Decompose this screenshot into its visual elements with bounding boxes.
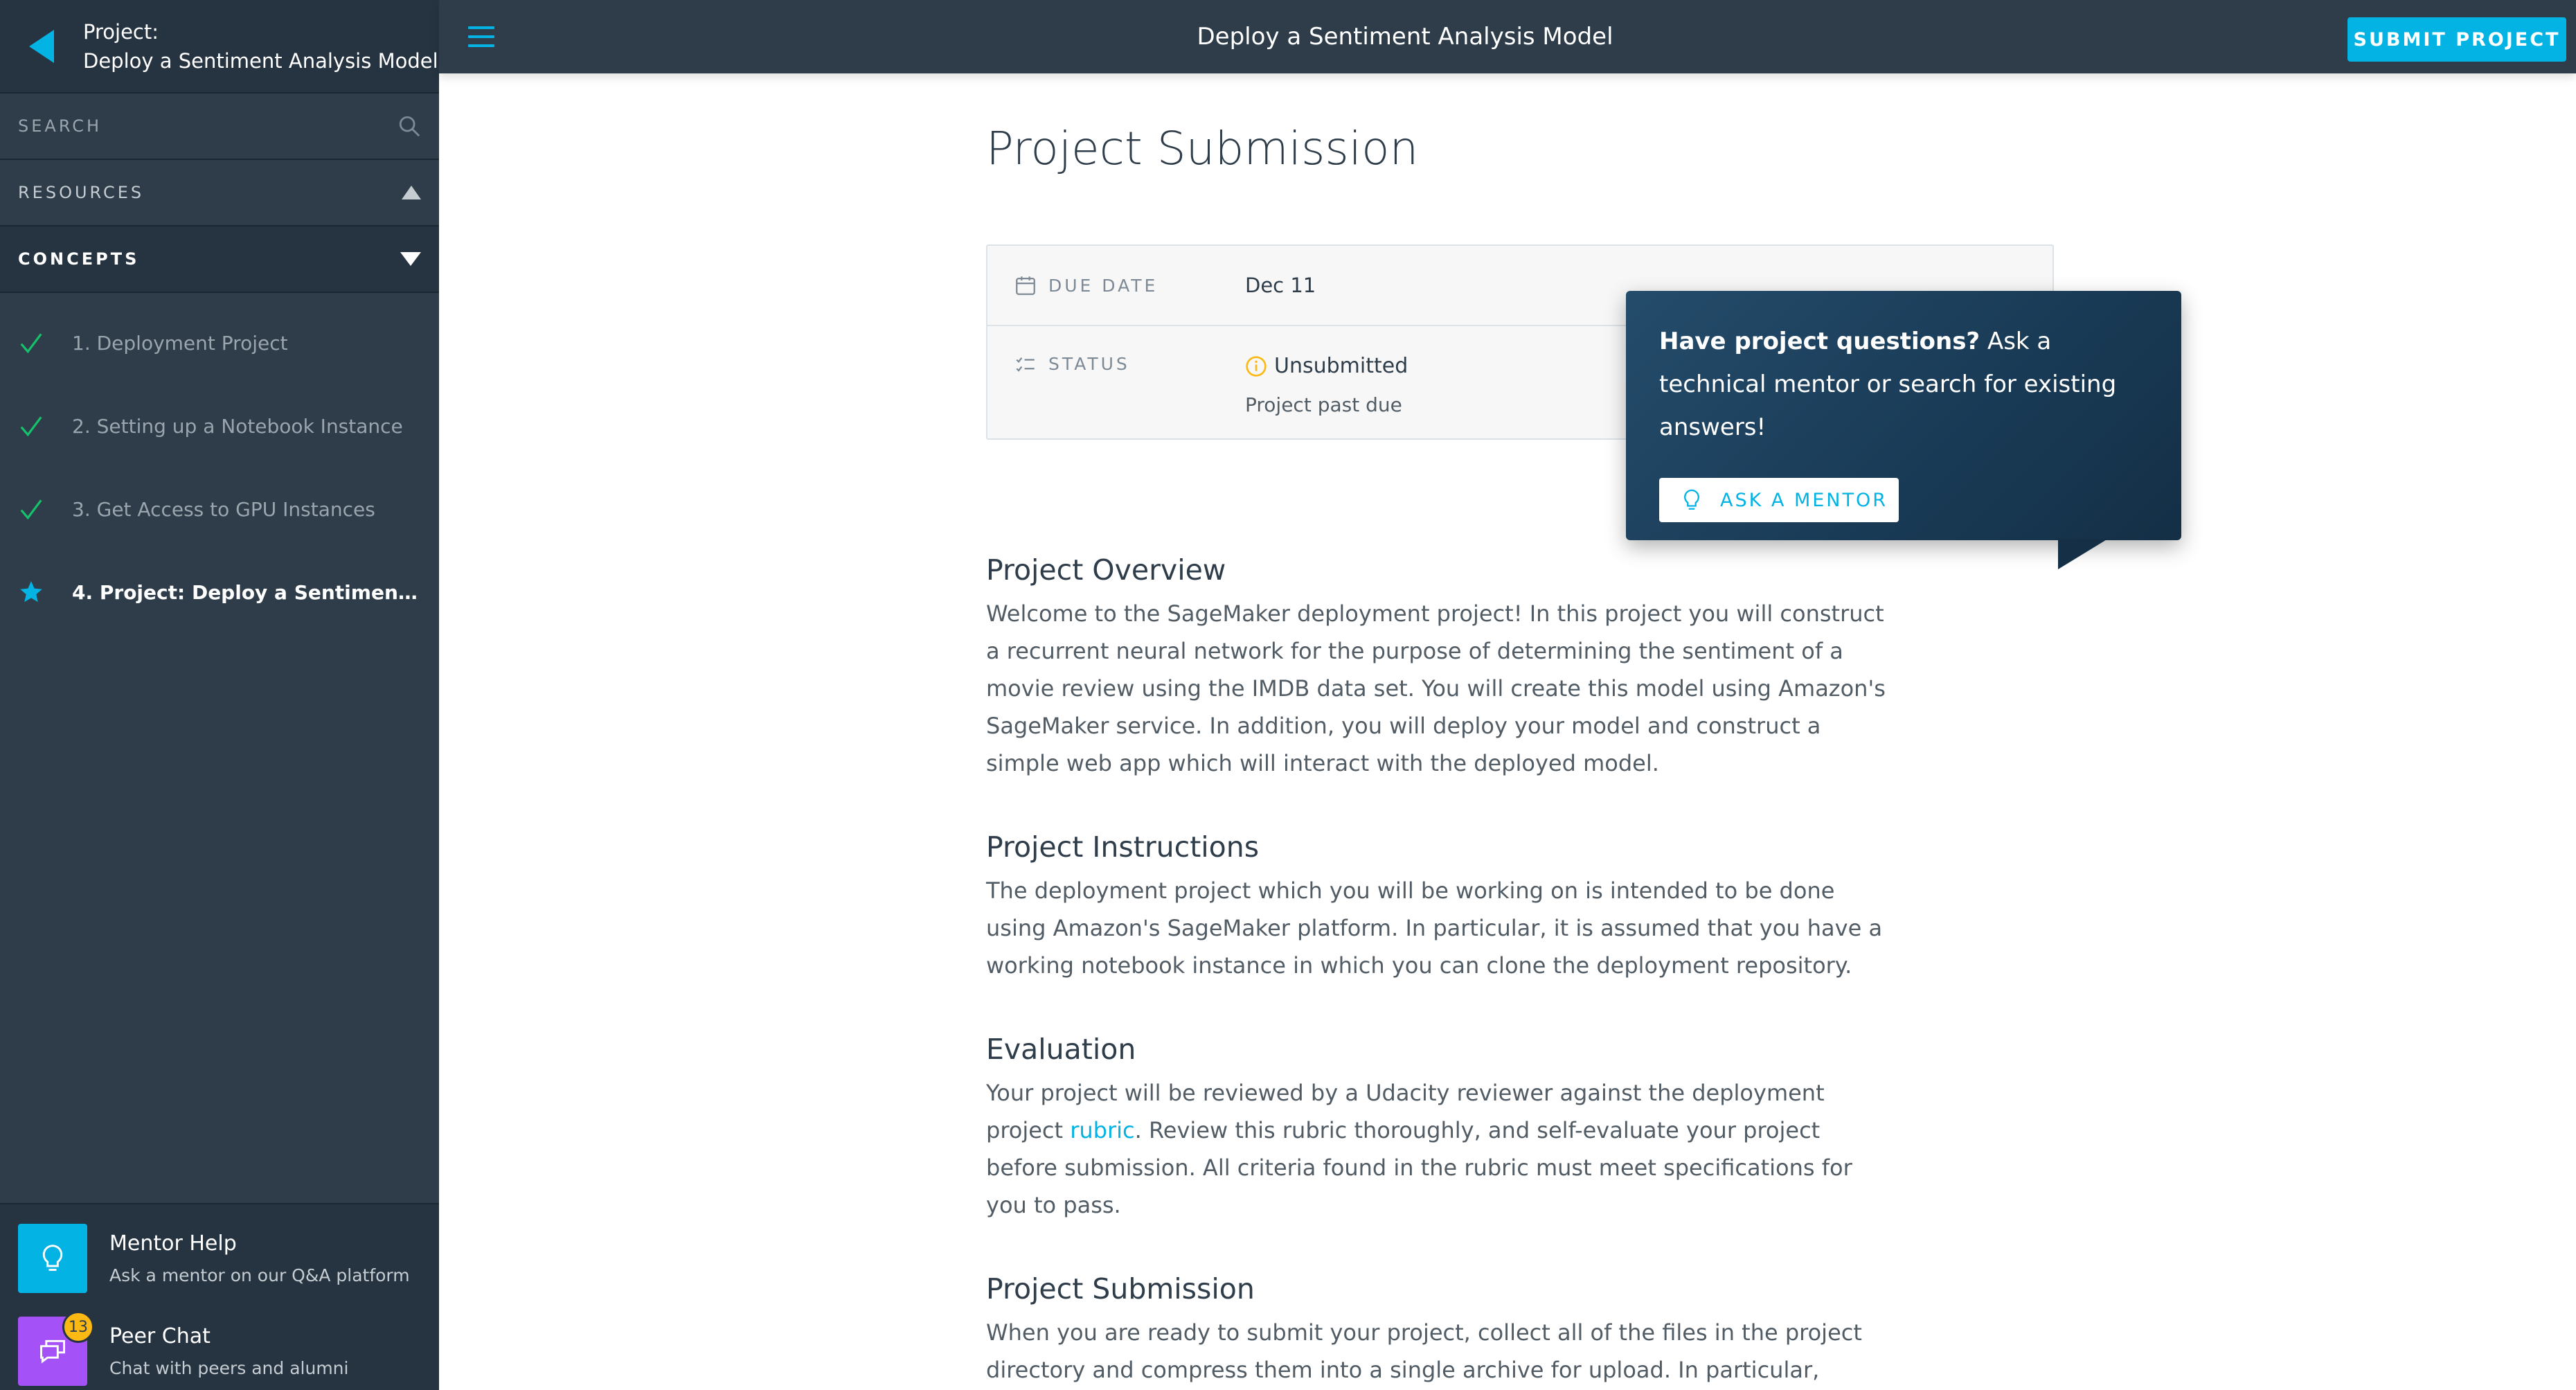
- peer-chat-link[interactable]: 13 Peer Chat Chat with peers and alumni: [0, 1310, 439, 1390]
- status-value: Unsubmitted: [1274, 354, 1408, 378]
- mentor-help-title: Mentor Help: [109, 1231, 237, 1256]
- instructions-text: The deployment project which you will be…: [986, 877, 1883, 979]
- popover-text: Have project questions? Ask a technical …: [1659, 320, 2148, 449]
- concept-item-1[interactable]: 1. Deployment Project: [0, 301, 439, 384]
- sidebar: Project: Deploy a Sentiment Analysis Mod…: [0, 0, 439, 1390]
- top-bar: Deploy a Sentiment Analysis Model SUBMIT…: [439, 0, 2576, 73]
- submission-text: When you are ready to submit your projec…: [986, 1319, 1862, 1383]
- lightbulb-icon: [1684, 489, 1699, 510]
- evaluation-section: Evaluation Your project will be reviewed…: [986, 1033, 2052, 1224]
- instructions-section: Project Instructions The deployment proj…: [986, 830, 2052, 984]
- sidebar-header: Project: Deploy a Sentiment Analysis Mod…: [0, 0, 439, 93]
- mentor-help-tile: [18, 1224, 87, 1293]
- resources-label: RESOURCES: [18, 183, 145, 202]
- peer-chat-subtitle: Chat with peers and alumni: [109, 1358, 349, 1378]
- concept-item-3[interactable]: 3. Get Access to GPU Instances: [0, 467, 439, 551]
- overview-section: Project Overview Welcome to the SageMake…: [986, 553, 2052, 782]
- page-title: Project Submission: [986, 122, 1419, 175]
- mentor-popover: Have project questions? Ask a technical …: [1626, 291, 2181, 540]
- mentor-help-subtitle: Ask a mentor on our Q&A platform: [109, 1265, 410, 1285]
- project-heading: Project: Deploy a Sentiment Analysis Mod…: [83, 17, 438, 75]
- main-content: Project Submission DUE DATE Dec 11 STATU…: [986, 73, 2054, 1390]
- unread-badge: 13: [62, 1311, 94, 1343]
- concept-list: 1. Deployment Project 2. Setting up a No…: [0, 293, 439, 634]
- concept-label: 3. Get Access to GPU Instances: [72, 497, 375, 521]
- search-label: SEARCH: [18, 116, 102, 136]
- concept-label: 2. Setting up a Notebook Instance: [72, 414, 403, 438]
- peer-chat-title: Peer Chat: [109, 1324, 211, 1348]
- concept-item-4[interactable]: 4. Project: Deploy a Sentiment Anal...: [0, 551, 439, 634]
- instructions-heading: Project Instructions: [986, 830, 1260, 864]
- back-button[interactable]: [0, 0, 83, 93]
- search-icon: [399, 116, 420, 137]
- sidebar-concepts-toggle[interactable]: CONCEPTS: [0, 226, 439, 293]
- check-icon: [20, 499, 42, 520]
- chat-icon: [40, 1339, 65, 1364]
- submit-project-button[interactable]: SUBMIT PROJECT: [2347, 17, 2566, 62]
- sidebar-search[interactable]: SEARCH: [0, 93, 439, 160]
- ask-mentor-button[interactable]: ASK A MENTOR: [1659, 478, 1899, 522]
- chevron-up-icon: [402, 186, 421, 199]
- peer-chat-tile: 13: [18, 1311, 94, 1386]
- evaluation-heading: Evaluation: [986, 1033, 1136, 1066]
- check-icon: [20, 333, 42, 354]
- back-arrow-icon: [29, 29, 54, 63]
- submission-heading: Project Submission: [986, 1272, 1255, 1306]
- info-icon: [1246, 355, 1267, 377]
- overview-text: Welcome to the SageMaker deployment proj…: [986, 600, 1886, 776]
- ask-mentor-label: ASK A MENTOR: [1720, 489, 1888, 511]
- star-icon: [20, 581, 42, 603]
- checklist-icon: [1016, 357, 1035, 372]
- concept-label: 1. Deployment Project: [72, 331, 288, 355]
- lightbulb-icon: [42, 1245, 63, 1271]
- concepts-label: CONCEPTS: [18, 249, 140, 269]
- top-bar-title: Deploy a Sentiment Analysis Model: [1197, 23, 1613, 51]
- popover-tail: [2058, 539, 2108, 569]
- status-label: STATUS: [1048, 354, 1130, 374]
- concept-label: 4. Project: Deploy a Sentiment Anal...: [72, 580, 422, 604]
- evaluation-text: Your project will be reviewed by a Udaci…: [986, 1074, 1886, 1224]
- popover-bold: Have project questions?: [1659, 328, 1980, 355]
- mentor-help-link[interactable]: Mentor Help Ask a mentor on our Q&A plat…: [0, 1217, 439, 1300]
- sidebar-help-panel: Mentor Help Ask a mentor on our Q&A plat…: [0, 1203, 439, 1390]
- concept-item-2[interactable]: 2. Setting up a Notebook Instance: [0, 384, 439, 467]
- due-date-label: DUE DATE: [1048, 275, 1159, 296]
- overview-heading: Project Overview: [986, 553, 1226, 587]
- project-label: Project:: [83, 19, 159, 44]
- due-date-value: Dec 11: [1245, 274, 1316, 297]
- calendar-icon: [1016, 276, 1035, 295]
- check-icon: [20, 416, 42, 437]
- submission-section: Project Submission When you are ready to…: [986, 1272, 2052, 1390]
- project-name: Deploy a Sentiment Analysis Model: [83, 48, 438, 73]
- sidebar-resources-toggle[interactable]: RESOURCES: [0, 160, 439, 226]
- status-detail: Project past due: [1245, 393, 1402, 416]
- chevron-down-icon: [400, 252, 421, 266]
- rubric-link[interactable]: rubric: [1070, 1117, 1134, 1143]
